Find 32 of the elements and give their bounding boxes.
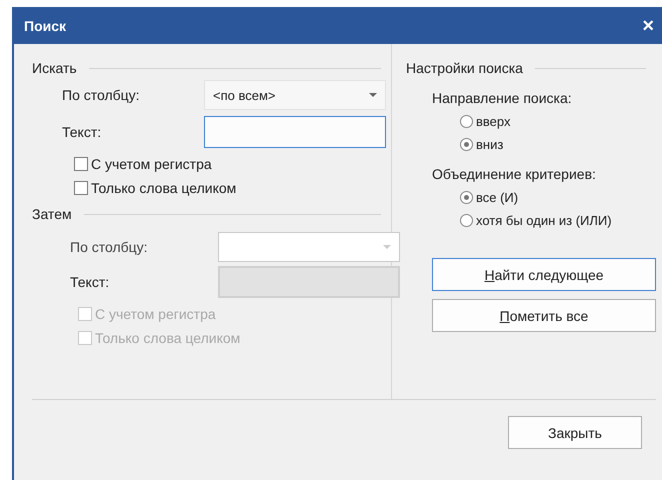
group-label: Объединение критериев: xyxy=(432,166,597,182)
radio-button[interactable] xyxy=(460,191,473,204)
close-button[interactable]: Закрыть xyxy=(508,416,642,449)
action-button[interactable]: Пометить все xyxy=(432,299,656,332)
checkbox-label: Только слова целиком xyxy=(95,330,240,346)
checkbox-label: Только слова целиком xyxy=(91,180,236,196)
checkbox[interactable] xyxy=(74,157,88,171)
column-dropdown[interactable]: <по всем> xyxy=(204,80,386,110)
text-field[interactable] xyxy=(204,116,386,148)
window-title: Поиск xyxy=(24,18,66,34)
group-heading: Настройки поиска xyxy=(406,60,523,76)
radio-label: вверх xyxy=(476,114,510,129)
radio-label: вниз xyxy=(476,137,504,152)
action-button[interactable]: Найти следующее xyxy=(432,258,656,291)
radio-button[interactable] xyxy=(460,138,473,151)
field-label: По столбцу: xyxy=(62,87,141,103)
field-label: Текст: xyxy=(70,274,110,290)
field-label: Текст: xyxy=(62,124,102,140)
group-heading: Затем xyxy=(32,206,72,222)
radio-label: хотя бы один из (ИЛИ) xyxy=(476,213,612,228)
field-label: По столбцу: xyxy=(70,239,149,255)
radio-button[interactable] xyxy=(460,115,473,128)
checkbox-label: С учетом регистра xyxy=(91,156,212,172)
caret-icon xyxy=(369,93,377,97)
radio-label: все (И) xyxy=(476,190,518,205)
checkbox-label: С учетом регистра xyxy=(95,306,216,322)
group-label: Направление поиска: xyxy=(432,90,573,106)
caret-icon xyxy=(383,245,391,249)
radio-button[interactable] xyxy=(460,214,473,227)
checkbox[interactable] xyxy=(74,181,88,195)
group-heading: Искать xyxy=(32,60,77,76)
close-icon[interactable]: × xyxy=(642,16,654,36)
